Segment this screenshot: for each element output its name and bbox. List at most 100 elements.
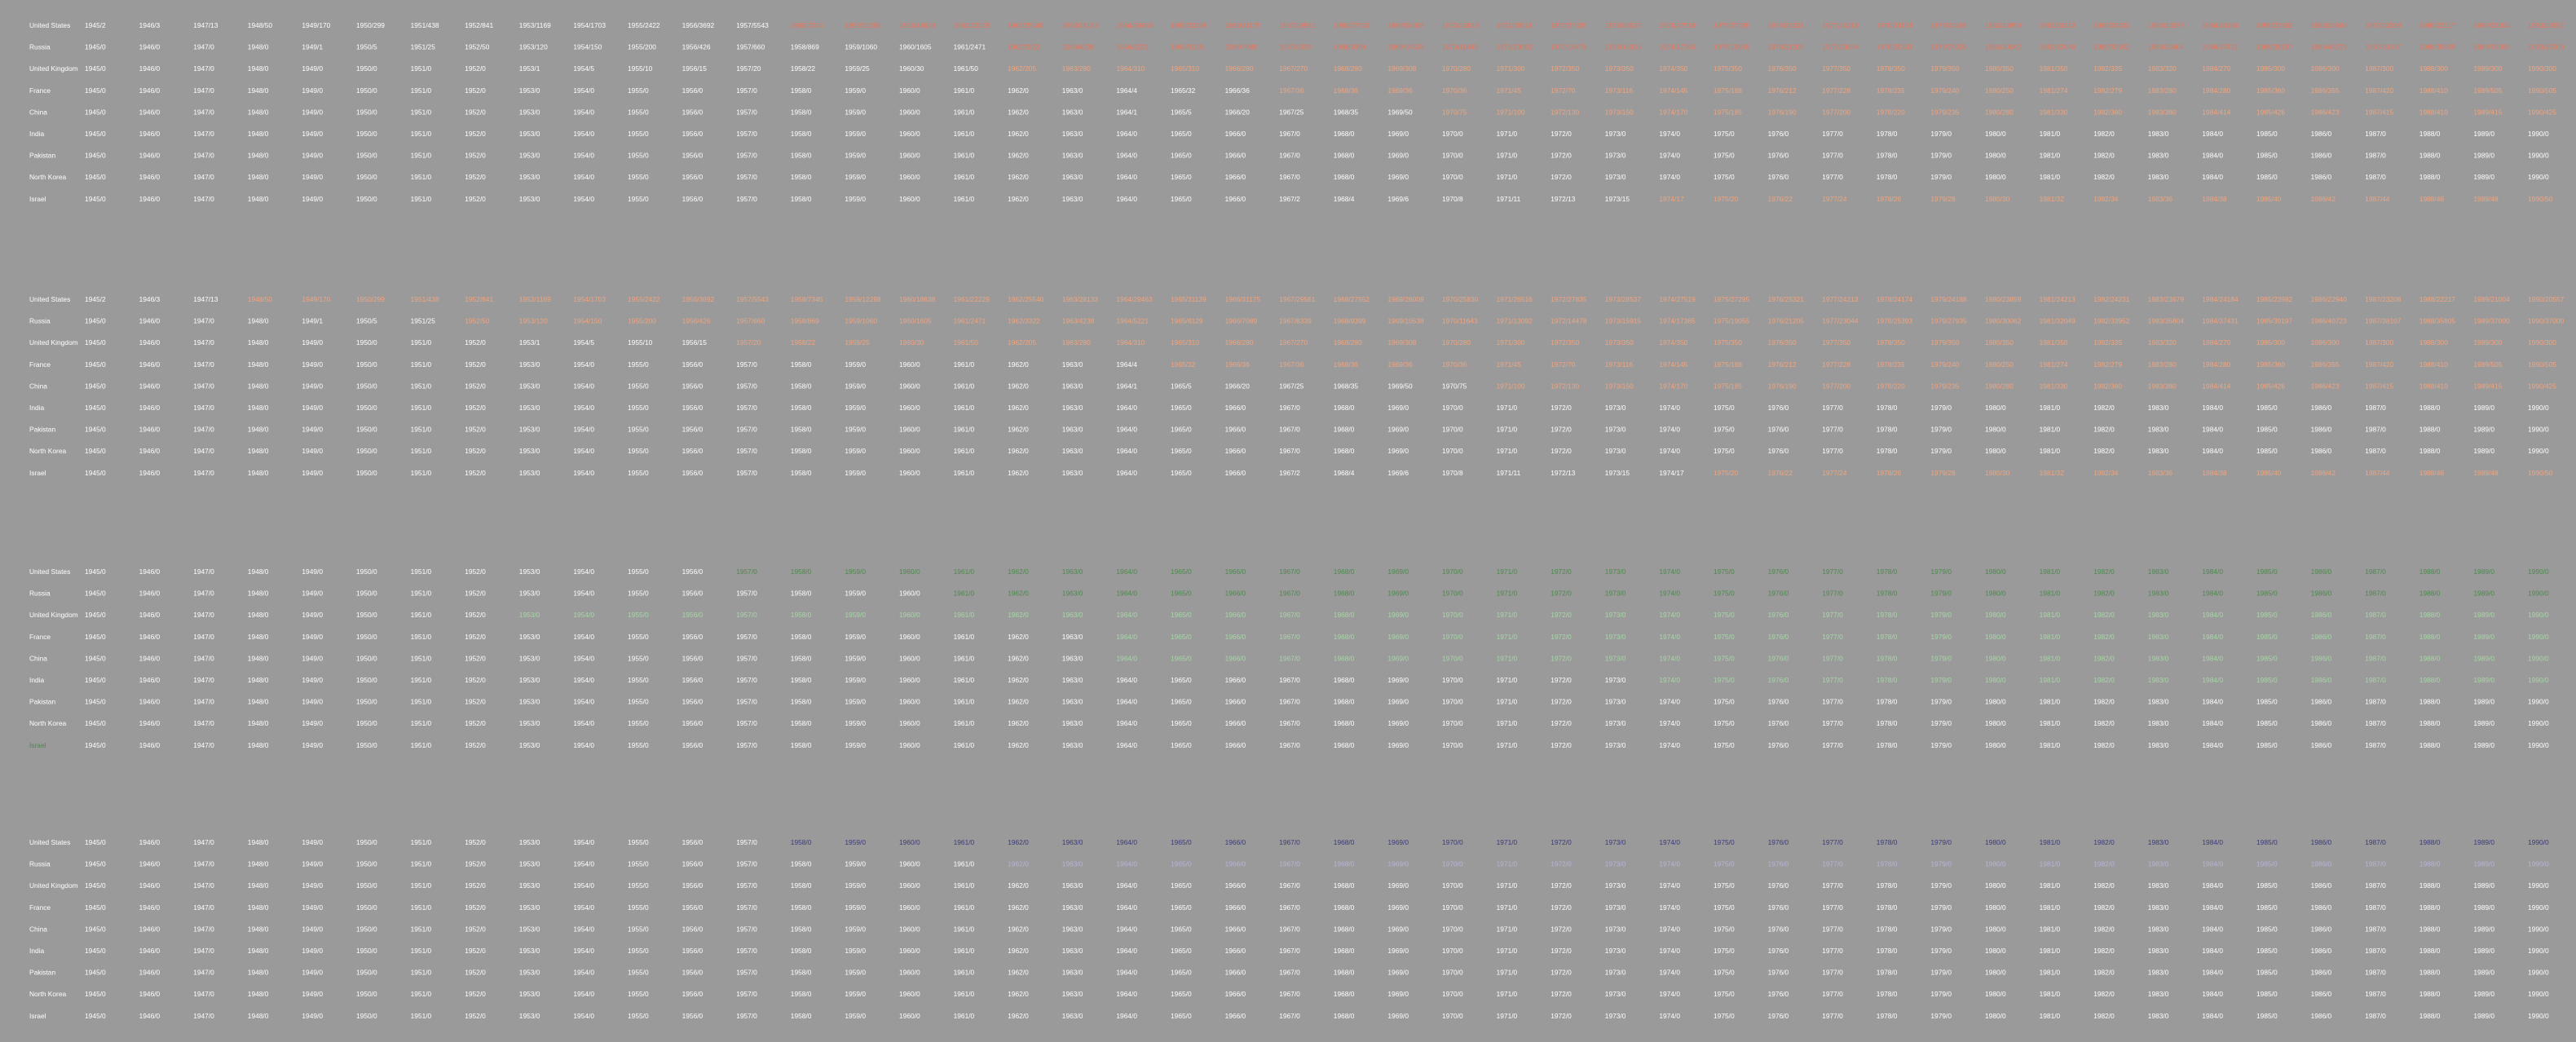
table-cell: 1959/1060 — [845, 317, 877, 325]
table-cell: 1949/0 — [302, 969, 323, 977]
table-cell: 1985/0 — [2256, 567, 2278, 576]
table-cell: 1989/0 — [2473, 969, 2494, 977]
table-cell: 1987/0 — [2365, 947, 2386, 955]
table-cell: 1981/0 — [2040, 152, 2061, 160]
table-cell: 1949/0 — [302, 64, 323, 73]
table-cell: 1986/0 — [2311, 969, 2332, 977]
table-cell: 1948/0 — [248, 741, 269, 749]
table-cell: 1982/0 — [2093, 447, 2115, 455]
table-cell: 1985/0 — [2256, 447, 2278, 455]
table-cell: 1949/0 — [302, 426, 323, 434]
table-cell: 1962/3322 — [1008, 43, 1040, 51]
table-cell: 1960/0 — [899, 426, 920, 434]
table-cell: 1949/0 — [302, 447, 323, 455]
table-cell: 1971/100 — [1497, 108, 1525, 116]
table-cell: 1976/0 — [1768, 589, 1789, 598]
table-cell: 1961/2471 — [954, 43, 986, 51]
table-cell: 1951/0 — [411, 86, 432, 95]
table-cell: 1974/17385 — [1659, 43, 1696, 51]
table-cell: 1970/0 — [1442, 719, 1463, 727]
table-cell: 1961/0 — [954, 698, 975, 706]
table-cell: 1969/0 — [1387, 426, 1409, 434]
table-cell: 1961/0 — [954, 130, 975, 138]
table-cell: 1954/0 — [573, 860, 594, 868]
table-cell: 1970/0 — [1442, 152, 1463, 160]
table-cell: 1990/20557 — [2528, 21, 2565, 29]
table-cell: 1975/0 — [1714, 925, 1735, 933]
table-cell: 1980/23859 — [1985, 21, 2022, 29]
table-cell: 1953/120 — [519, 43, 548, 51]
row-label: India — [29, 676, 45, 684]
table-cell: 1954/0 — [573, 152, 594, 160]
table-cell: 1989/0 — [2473, 698, 2494, 706]
table-cell: 1985/0 — [2256, 654, 2278, 662]
table-cell: 1987/300 — [2365, 338, 2393, 347]
table-cell: 1964/29463 — [1116, 21, 1153, 29]
table-cell: 1964/0 — [1116, 1012, 1137, 1020]
table-cell: 1978/0 — [1877, 990, 1898, 998]
table-cell: 1972/0 — [1550, 1012, 1572, 1020]
table-cell: 1988/0 — [2419, 633, 2441, 641]
table-cell: 1976/0 — [1768, 173, 1789, 181]
table-cell: 1954/150 — [573, 43, 602, 51]
table-cell: 1954/0 — [573, 925, 594, 933]
table-cell: 1987/0 — [2365, 1012, 2386, 1020]
table-cell: 1963/0 — [1062, 360, 1083, 369]
table-cell: 1963/0 — [1062, 969, 1083, 977]
table-cell: 1949/0 — [302, 589, 323, 598]
table-cell: 1950/0 — [356, 1012, 377, 1020]
table-cell: 1984/0 — [2202, 676, 2223, 684]
table-cell: 1962/0 — [1008, 382, 1029, 390]
table-cell: 1949/0 — [302, 719, 323, 727]
table-cell: 1971/26516 — [1497, 295, 1533, 303]
table-cell: 1968/0 — [1334, 1012, 1355, 1020]
table-cell: 1985/426 — [2256, 108, 2285, 116]
table-cell: 1975/0 — [1714, 860, 1735, 868]
table-cell: 1982/360 — [2093, 382, 2122, 390]
table-cell: 1957/0 — [736, 426, 757, 434]
table-cell: 1960/0 — [899, 567, 920, 576]
table-cell: 1974/27519 — [1659, 21, 1696, 29]
table-cell: 1958/0 — [791, 1012, 812, 1020]
table-cell: 1950/5 — [356, 317, 377, 325]
table-cell: 1964/0 — [1116, 130, 1137, 138]
table-cell: 1953/0 — [519, 719, 540, 727]
table-cell: 1960/0 — [899, 838, 920, 846]
table-cell: 1961/0 — [954, 589, 975, 598]
table-cell: 1951/0 — [411, 404, 432, 412]
table-cell: 1948/0 — [248, 426, 269, 434]
table-cell: 1963/0 — [1062, 676, 1083, 684]
table-cell: 1990/0 — [2528, 567, 2549, 576]
table-cell: 1963/0 — [1062, 130, 1083, 138]
table-cell: 1975/19055 — [1714, 317, 1750, 325]
table-cell: 1958/0 — [791, 173, 812, 181]
table-cell: 1979/0 — [1930, 676, 1952, 684]
row-label: Russia — [29, 43, 51, 51]
table-cell: 1979/240 — [1930, 86, 1959, 95]
table-cell: 1981/0 — [2040, 447, 2061, 455]
table-cell: 1981/330 — [2040, 382, 2068, 390]
table-cell: 1989/0 — [2473, 925, 2494, 933]
table-cell: 1981/24213 — [2040, 21, 2076, 29]
table-cell: 1962/25540 — [1008, 21, 1044, 29]
table-cell: 1973/116 — [1605, 360, 1634, 369]
table-cell: 1975/0 — [1714, 633, 1735, 641]
table-cell: 1954/0 — [573, 719, 594, 727]
table-cell: 1964/0 — [1116, 447, 1137, 455]
table-cell: 1960/0 — [899, 990, 920, 998]
table-cell: 1990/0 — [2528, 426, 2549, 434]
table-cell: 1970/0 — [1442, 173, 1463, 181]
table-cell: 1955/0 — [628, 130, 649, 138]
table-cell: 1974/0 — [1659, 426, 1680, 434]
table-cell: 1980/30 — [1985, 195, 2010, 203]
table-cell: 1953/0 — [519, 447, 540, 455]
table-cell: 1977/0 — [1822, 838, 1843, 846]
table-cell: 1952/0 — [465, 64, 486, 73]
table-cell: 1980/350 — [1985, 338, 2014, 347]
table-cell: 1971/13092 — [1497, 43, 1533, 51]
table-cell: 1945/0 — [85, 404, 106, 412]
table-cell: 1973/0 — [1605, 404, 1626, 412]
table-cell: 1989/0 — [2473, 447, 2494, 455]
table-cell: 1981/24213 — [2040, 295, 2076, 303]
table-cell: 1984/0 — [2202, 698, 2223, 706]
